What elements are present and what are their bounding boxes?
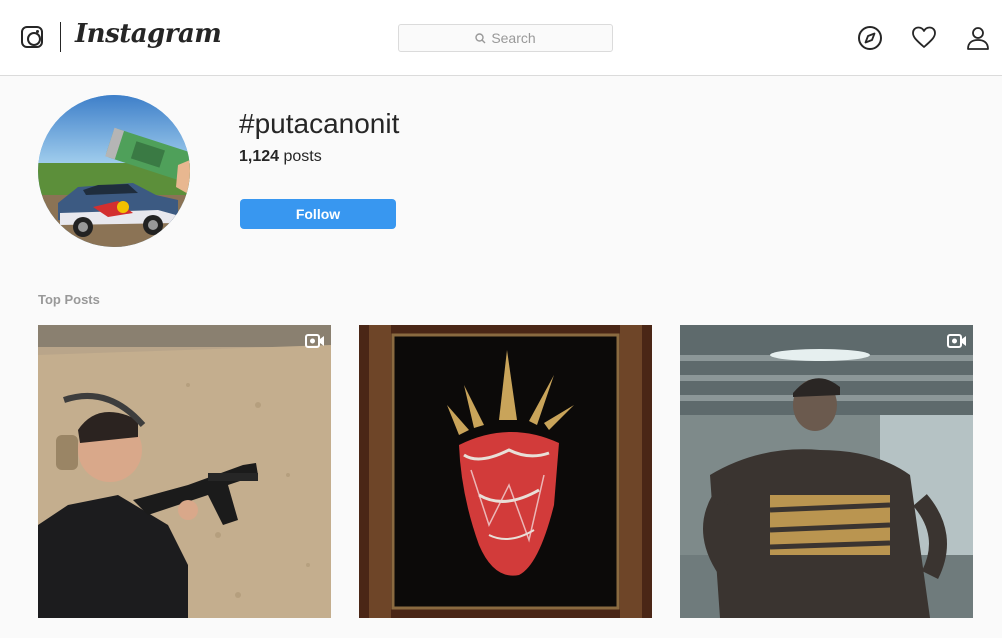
search-placeholder: Search bbox=[491, 30, 536, 46]
activity-heart-icon[interactable] bbox=[911, 25, 937, 51]
top-post-2[interactable] bbox=[359, 325, 652, 618]
instagram-camera-icon[interactable] bbox=[21, 26, 43, 48]
profile-user-icon[interactable] bbox=[965, 25, 991, 51]
logo-divider bbox=[60, 22, 61, 52]
top-posts-heading: Top Posts bbox=[38, 292, 100, 307]
top-post-3[interactable] bbox=[680, 325, 973, 618]
video-camera-icon bbox=[947, 334, 966, 348]
hashtag-title: #putacanonit bbox=[239, 108, 400, 139]
posts-count-value: 1,124 bbox=[239, 148, 280, 165]
posts-count-label: posts bbox=[283, 148, 322, 165]
posts-count: 1,124 posts bbox=[239, 148, 322, 166]
instagram-wordmark[interactable]: Instagram bbox=[75, 19, 222, 49]
hashtag-avatar-image bbox=[38, 95, 190, 247]
search-icon bbox=[475, 32, 486, 43]
search-input[interactable]: Search bbox=[398, 24, 613, 52]
explore-compass-icon[interactable] bbox=[857, 25, 883, 51]
follow-button[interactable]: Follow bbox=[240, 199, 396, 229]
video-camera-icon bbox=[305, 334, 324, 348]
top-post-1[interactable] bbox=[38, 325, 331, 618]
top-navigation-bar: Instagram Search bbox=[0, 0, 1002, 76]
